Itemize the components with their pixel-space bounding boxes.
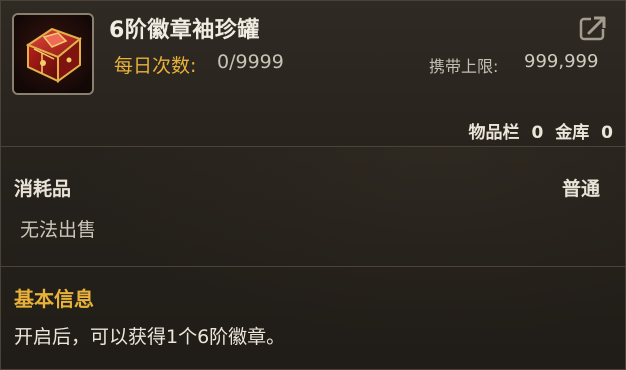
item-tooltip: 6阶徽章袖珍罐 每日次数: 0/9999 携带上限: 999,999 物品栏 0… <box>0 0 626 370</box>
vault-label: 金库 <box>555 123 590 143</box>
daily-uses-label: 每日次数: <box>114 55 197 77</box>
storage-counts: 物品栏 0 金库 0 <box>469 118 613 143</box>
red-gem-chest-icon <box>12 13 94 95</box>
tooltip-header: 6阶徽章袖珍罐 每日次数: 0/9999 携带上限: 999,999 物品栏 0… <box>1 1 625 146</box>
item-category: 消耗品 <box>14 178 72 200</box>
vault-count: 0 <box>601 123 613 143</box>
item-description: 开启后，可以获得1个6阶徽章。 <box>14 326 286 348</box>
inventory-count: 0 <box>531 123 544 143</box>
daily-uses-value: 0/9999 <box>217 51 284 73</box>
inventory-label: 物品栏 <box>468 123 520 143</box>
header-divider <box>1 146 625 147</box>
basic-info-title: 基本信息 <box>14 287 94 311</box>
item-grade: 普通 <box>561 178 600 200</box>
carry-limit-label: 携带上限: <box>429 57 499 76</box>
section-divider <box>1 266 625 267</box>
share-icon[interactable] <box>579 13 609 41</box>
carry-limit-value: 999,999 <box>524 51 599 72</box>
trade-status: 无法出售 <box>20 219 97 241</box>
item-name: 6阶徽章袖珍罐 <box>109 18 260 43</box>
